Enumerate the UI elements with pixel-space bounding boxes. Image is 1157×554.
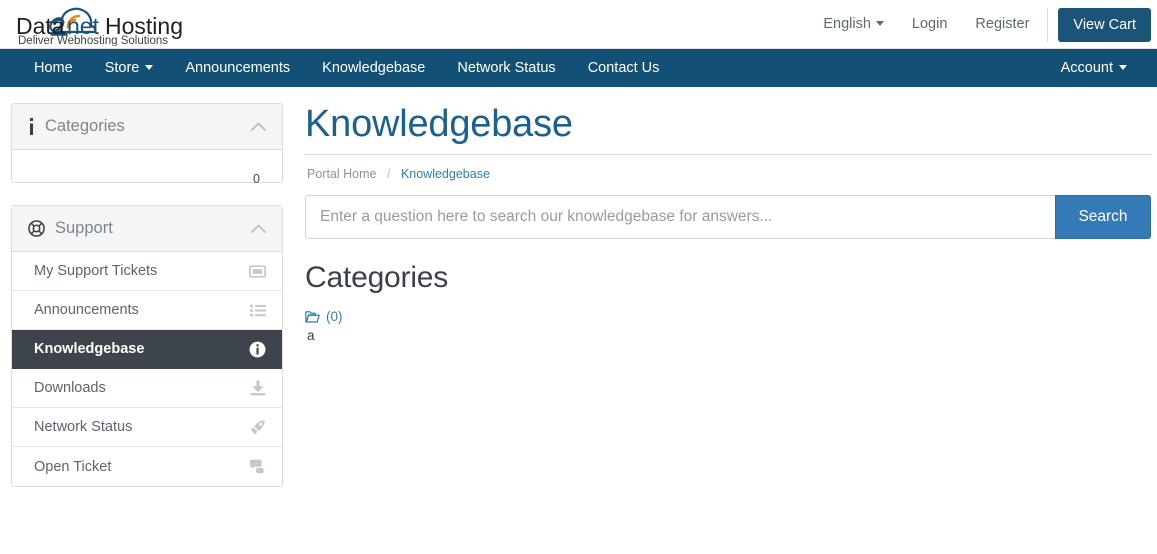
nav-item-knowledgebase[interactable]: Knowledgebase	[306, 49, 441, 87]
nav-item-network-status[interactable]: Network Status	[441, 49, 571, 87]
breadcrumb-separator: /	[386, 167, 391, 181]
sidebar-categories-panel: Categories 0	[11, 103, 283, 186]
main-content: Knowledgebase Portal Home / Knowledgebas…	[305, 103, 1151, 509]
nav-item-account[interactable]: Account	[1045, 60, 1143, 76]
chevron-down-icon	[875, 20, 884, 26]
category-count[interactable]: (0)	[326, 309, 343, 324]
sidebar-item-label: My Support Tickets	[34, 263, 158, 279]
info-circle-icon	[249, 341, 266, 358]
nav-item-account-label: Account	[1060, 60, 1113, 76]
sidebar-item-open-ticket[interactable]: Open Ticket	[12, 447, 282, 486]
sidebar: Categories 0 Support My Support Tickets …	[11, 103, 283, 509]
divider	[1047, 7, 1049, 42]
login-link[interactable]: Login	[898, 0, 961, 49]
register-link[interactable]: Register	[961, 0, 1043, 49]
categories-heading: Categories	[305, 261, 449, 294]
sidebar-item-label: Downloads	[34, 380, 106, 396]
support-panel-header[interactable]: Support	[12, 206, 282, 252]
site-logo[interactable]: Data net Hosting Deliver Webhosting Solu…	[10, 2, 210, 46]
nav-right: Account	[1045, 49, 1143, 87]
sidebar-item-network-status[interactable]: Network Status	[12, 408, 282, 447]
sidebar-item-label: Knowledgebase	[34, 341, 145, 357]
chevron-down-icon	[1119, 64, 1127, 70]
nav-item-announcements[interactable]: Announcements	[169, 49, 306, 87]
sidebar-item-label: Open Ticket	[34, 458, 112, 475]
support-panel-title: Support	[55, 219, 113, 237]
nav-items: Home Store Announcements Knowledgebase N…	[0, 49, 675, 87]
nav-item-store[interactable]: Store	[89, 49, 170, 87]
list-icon	[250, 304, 266, 317]
sidebar-item-label: Announcements	[34, 302, 139, 318]
categories-panel-header[interactable]: Categories	[12, 104, 282, 150]
download-icon	[250, 380, 266, 396]
language-label: English	[823, 16, 871, 32]
top-bar: Data net Hosting Deliver Webhosting Solu…	[0, 0, 1157, 49]
nav-item-store-label: Store	[104, 60, 140, 76]
chevron-up-icon[interactable]	[251, 118, 266, 136]
ticket-icon	[249, 264, 266, 278]
category-link-row: (0)	[305, 309, 1151, 324]
categories-panel-body: 0	[12, 150, 282, 186]
categories-panel-title: Categories	[45, 117, 125, 135]
folder-open-icon	[305, 310, 320, 323]
lifebuoy-icon	[28, 220, 45, 237]
page-body: Categories 0 Support My Support Tickets …	[0, 87, 1157, 509]
top-bar-right-links: English Login Register View Cart	[809, 0, 1151, 49]
info-i-icon	[28, 118, 35, 135]
knowledgebase-search-group: Search	[305, 195, 1151, 239]
support-menu-list: My Support Tickets Announcements Knowled…	[12, 252, 282, 486]
sidebar-support-panel: Support My Support Tickets Announcements	[11, 205, 283, 487]
svg-text:Deliver Webhosting Solutions: Deliver Webhosting Solutions	[18, 35, 168, 46]
nav-item-home[interactable]: Home	[18, 49, 89, 87]
breadcrumb-portal-home[interactable]: Portal Home	[307, 167, 376, 181]
sidebar-item-label: Network Status	[34, 419, 133, 435]
category-description: a	[307, 328, 315, 343]
view-cart-button[interactable]: View Cart	[1058, 7, 1151, 42]
page-title: Knowledgebase	[305, 103, 1151, 155]
sidebar-item-downloads[interactable]: Downloads	[12, 369, 282, 408]
nav-item-contact-us[interactable]: Contact Us	[572, 49, 676, 87]
rocket-icon	[249, 419, 266, 436]
logo-graphic: Data net Hosting Deliver Webhosting Solu…	[16, 7, 183, 46]
category-item: (0) a	[305, 309, 1151, 343]
sidebar-item-my-support-tickets[interactable]: My Support Tickets	[12, 252, 282, 291]
sidebar-item-knowledgebase[interactable]: Knowledgebase	[12, 330, 282, 369]
breadcrumb-current[interactable]: Knowledgebase	[401, 167, 490, 181]
chevron-up-icon[interactable]	[251, 220, 266, 238]
main-navigation: Home Store Announcements Knowledgebase N…	[0, 49, 1157, 87]
breadcrumb: Portal Home / Knowledgebase	[305, 155, 1151, 195]
search-input[interactable]	[305, 195, 1055, 239]
categories-count: 0	[253, 172, 260, 186]
chevron-down-icon	[145, 64, 154, 70]
search-button[interactable]: Search	[1055, 195, 1151, 239]
language-selector[interactable]: English	[809, 0, 898, 49]
comments-icon	[249, 459, 266, 474]
sidebar-item-announcements[interactable]: Announcements	[12, 291, 282, 330]
